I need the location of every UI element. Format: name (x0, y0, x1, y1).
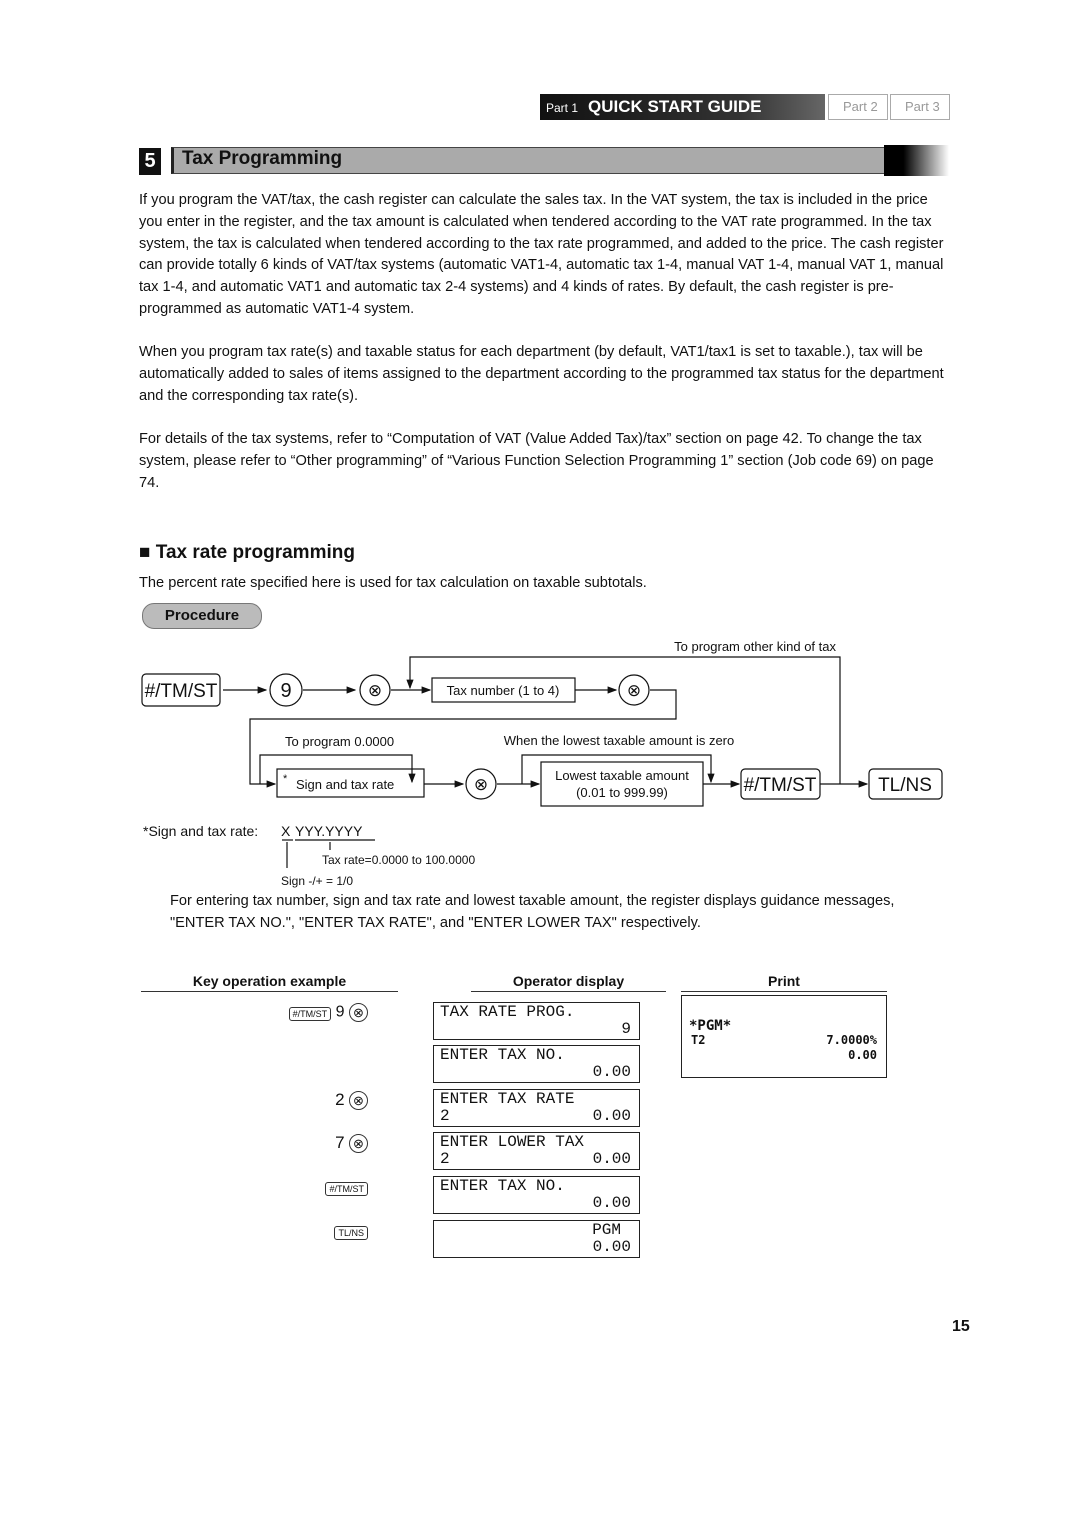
print-tax-rate: 7.0000% (826, 1033, 877, 1047)
key-2: 2 (335, 1090, 345, 1109)
display-line1: TAX RATE PROG. (440, 1003, 575, 1021)
rate-note: Tax rate=0.0000 to 100.0000 (322, 853, 475, 867)
key-9: 9 (335, 1003, 345, 1021)
key-9-label: 9 (280, 680, 291, 702)
key-step: #/TM/ST 9 ⊗ (250, 1003, 368, 1022)
display-entry: 2 (440, 1150, 450, 1168)
procedure-diagram: #/TM/ST 9 ⊗ Tax number (1 to 4) ⊗ To pro… (141, 639, 943, 888)
tm-st-key: #/TM/ST (325, 1182, 368, 1196)
operator-display: ENTER LOWER TAX 2 0.00 (433, 1132, 640, 1170)
display-line1: ENTER LOWER TAX (440, 1133, 585, 1151)
format-rate: YYY.YYYY (295, 823, 363, 839)
display-line1: ENTER TAX NO. (440, 1177, 565, 1195)
sign-rate-label: Sign and tax rate (296, 777, 394, 792)
tm-st-key-label: #/TM/ST (744, 775, 817, 796)
print-receipt: *PGM* T2 7.0000% 0.00 (681, 995, 887, 1078)
guidance-text: For entering tax number, sign and tax ra… (170, 893, 895, 931)
display-value: 0.00 (592, 1063, 631, 1081)
bypass-lowest-label: When the lowest taxable amount is zero (504, 733, 735, 748)
display-value: 9 (621, 1020, 631, 1038)
display-entry: 2 (440, 1107, 450, 1125)
key-step: #/TM/ST (250, 1179, 368, 1197)
display-value: 0.00 (592, 1238, 631, 1256)
print-header-line: *PGM* (689, 1018, 732, 1034)
display-line1: ENTER TAX RATE (440, 1090, 575, 1108)
operator-display: TAX RATE PROG. 9 (433, 1002, 640, 1040)
display-value: 0.00 (592, 1107, 631, 1125)
tl-ns-key-label: TL/NS (878, 775, 932, 796)
key-op-header: Key operation example (141, 973, 398, 992)
multiply-icon: ⊗ (627, 681, 641, 700)
operator-display: ENTER TAX RATE 2 0.00 (433, 1089, 640, 1127)
multiply-key-icon: ⊗ (349, 1091, 368, 1111)
display-header: Operator display (471, 973, 666, 992)
multiply-key-icon: ⊗ (349, 1134, 368, 1154)
tm-st-key-label: #/TM/ST (145, 681, 218, 702)
display-value: 0.00 (592, 1150, 631, 1168)
display-line1: PGM (592, 1221, 621, 1239)
key-step: TL/NS (250, 1223, 368, 1241)
tax-number-label: Tax number (1 to 4) (447, 683, 560, 698)
print-amount: 0.00 (848, 1048, 877, 1062)
manual-page: Part 1 QUICK START GUIDE Part 2 Part 3 5 … (0, 0, 1080, 1528)
tl-ns-key: TL/NS (334, 1226, 368, 1240)
format-label: *Sign and tax rate: (143, 823, 258, 839)
bypass-zero-label: To program 0.0000 (285, 734, 394, 749)
tm-st-key: #/TM/ST (288, 1006, 332, 1021)
operator-display: ENTER TAX NO. 0.00 (433, 1045, 640, 1083)
multiply-key-icon: ⊗ (349, 1003, 368, 1022)
key-step: 7 ⊗ (250, 1133, 368, 1154)
page-number: 15 (952, 1318, 970, 1335)
operator-display: PGM 0.00 (433, 1220, 640, 1258)
lowest-label-1: Lowest taxable amount (555, 768, 689, 783)
multiply-icon: ⊗ (474, 775, 488, 794)
loop-label: To program other kind of tax (674, 639, 836, 654)
operator-display: ENTER TAX NO. 0.00 (433, 1176, 640, 1214)
print-tax-number: T2 (691, 1033, 706, 1047)
multiply-icon: ⊗ (368, 681, 382, 700)
lowest-label-2: (0.01 to 999.99) (576, 785, 668, 800)
asterisk: * (283, 773, 288, 785)
format-sign: X (281, 823, 291, 839)
key-7: 7 (335, 1133, 345, 1152)
print-header: Print (681, 973, 887, 992)
sign-note: Sign -/+ = 1/0 (281, 874, 353, 888)
display-value: 0.00 (592, 1194, 631, 1212)
key-step: 2 ⊗ (250, 1090, 368, 1111)
display-line1: ENTER TAX NO. (440, 1046, 565, 1064)
